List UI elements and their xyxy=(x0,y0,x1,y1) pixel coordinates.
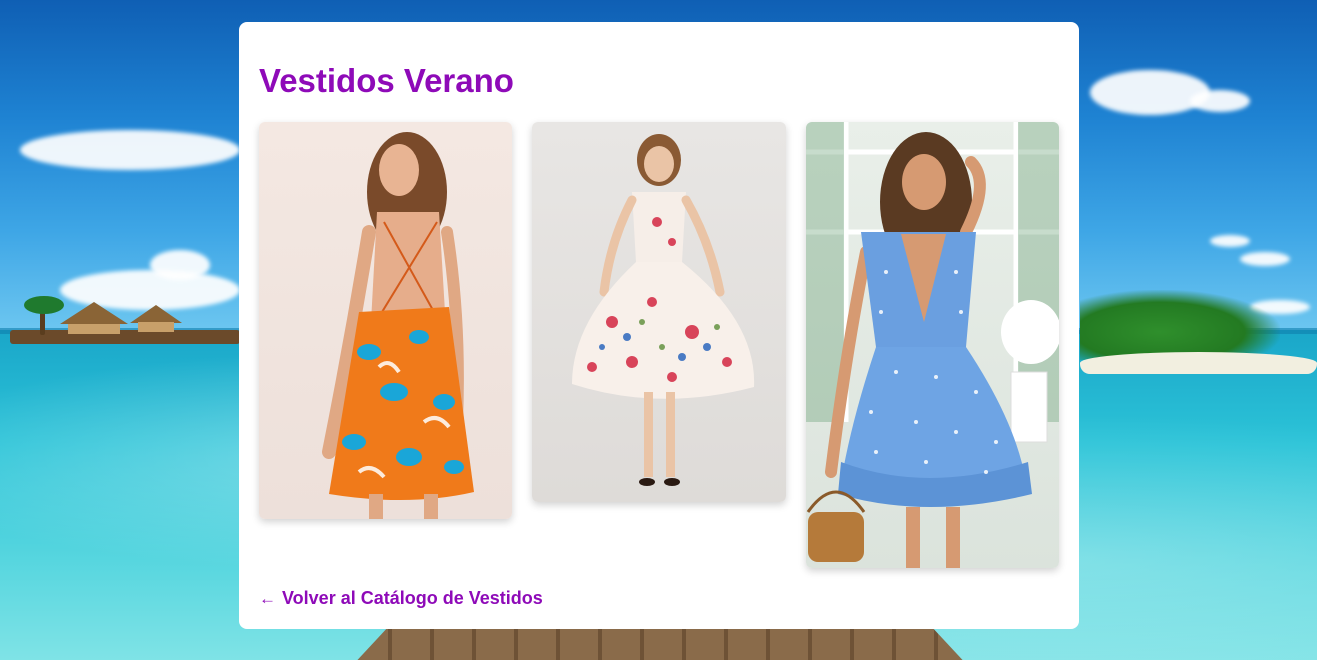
cloud xyxy=(1210,235,1250,247)
content-card: Vestidos Verano ← Volver al Catálogo de … xyxy=(239,22,1079,629)
dress-photo-blue-polka[interactable] xyxy=(806,122,1059,568)
dress-image-blue-polka xyxy=(806,122,1059,568)
dress-image-white-floral xyxy=(572,134,755,486)
cloud xyxy=(1190,90,1250,112)
dress-image-orange xyxy=(322,132,474,519)
cloud xyxy=(150,250,210,280)
page-title: Vestidos Verano xyxy=(259,62,514,99)
cloud xyxy=(1240,252,1290,266)
back-link-label: Volver al Catálogo de Vestidos xyxy=(282,588,543,608)
dress-photo-orange[interactable] xyxy=(259,122,512,519)
hut-body xyxy=(138,322,174,332)
beach-right xyxy=(1080,352,1317,374)
cloud xyxy=(20,130,240,170)
palm-leaves xyxy=(24,296,64,314)
wooden-dock xyxy=(350,628,970,660)
dress-photo-white-floral[interactable] xyxy=(532,122,786,502)
hut-roof xyxy=(130,305,182,323)
hut-roof xyxy=(60,302,128,324)
left-arrow-icon: ← xyxy=(259,589,276,608)
hut-body xyxy=(68,324,120,334)
back-to-catalog-link[interactable]: ← Volver al Catálogo de Vestidos xyxy=(259,588,543,609)
trees-right xyxy=(1080,290,1280,360)
cloud xyxy=(1090,70,1210,115)
